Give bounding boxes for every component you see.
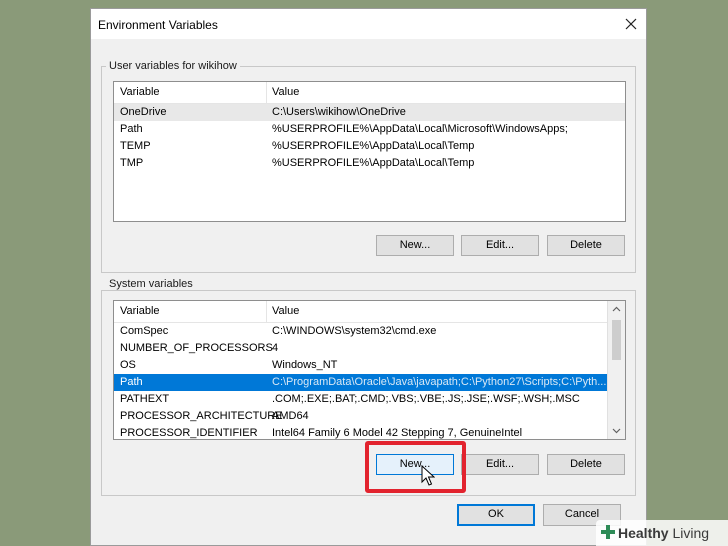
table-row-selected[interactable]: Path C:\ProgramData\Oracle\Java\javapath… — [114, 374, 608, 391]
vertical-scrollbar[interactable] — [607, 301, 625, 439]
row-value: Windows_NT — [272, 359, 338, 371]
row-value: %USERPROFILE%\AppData\Local\Temp — [272, 140, 475, 152]
scroll-up-icon[interactable] — [608, 301, 625, 318]
system-variables-list[interactable]: Variable Value ComSpec C:\WINDOWS\system… — [113, 300, 626, 440]
table-row[interactable]: Path %USERPROFILE%\AppData\Local\Microso… — [114, 121, 625, 138]
row-variable: PATHEXT — [120, 393, 170, 405]
watermark: Healthy Living — [596, 520, 728, 546]
mouse-cursor-icon — [421, 465, 435, 486]
table-row[interactable]: NUMBER_OF_PROCESSORS 4 — [114, 340, 625, 357]
row-value: C:\WINDOWS\system32\cmd.exe — [272, 325, 437, 337]
list-header: Variable Value — [114, 82, 625, 104]
row-value: Intel64 Family 6 Model 42 Stepping 7, Ge… — [272, 427, 523, 439]
table-row[interactable]: TMP %USERPROFILE%\AppData\Local\Temp — [114, 155, 625, 172]
plus-icon — [601, 525, 615, 539]
row-variable: OS — [120, 359, 136, 371]
close-button[interactable] — [620, 13, 642, 35]
table-row[interactable]: TEMP %USERPROFILE%\AppData\Local\Temp — [114, 138, 625, 155]
row-value: 4 — [272, 342, 279, 354]
row-value: AMD64 — [272, 410, 309, 422]
dialog-title: Environment Variables — [98, 18, 218, 32]
list-header: Variable Value — [114, 301, 625, 323]
row-variable: PROCESSOR_ARCHITECTURE — [120, 410, 283, 422]
scrollbar-thumb[interactable] — [612, 320, 621, 360]
row-value: %USERPROFILE%\AppData\Local\Microsoft\Wi… — [272, 123, 568, 135]
row-variable: TMP — [120, 157, 144, 169]
column-header-variable[interactable]: Variable — [120, 86, 160, 98]
column-header-variable[interactable]: Variable — [120, 305, 160, 317]
row-value: C:\ProgramData\Oracle\Java\javapath;C:\P… — [272, 376, 607, 388]
row-variable: ComSpec — [120, 325, 169, 337]
user-variables-label: User variables for wikihow — [106, 60, 240, 72]
row-variable: Path — [120, 123, 143, 135]
watermark-brand-light: Living — [668, 525, 710, 541]
row-variable: PROCESSOR_IDENTIFIER — [120, 427, 258, 439]
table-row[interactable]: PROCESSOR_ARCHITECTURE AMD64 — [114, 408, 625, 425]
user-variables-list[interactable]: Variable Value OneDrive C:\Users\wikihow… — [113, 81, 626, 222]
row-variable: NUMBER_OF_PROCESSORS — [120, 342, 273, 354]
user-new-button[interactable]: New... — [376, 235, 454, 256]
row-value: %USERPROFILE%\AppData\Local\Temp — [272, 157, 475, 169]
table-row[interactable]: OneDrive C:\Users\wikihow\OneDrive — [114, 104, 625, 121]
system-edit-button[interactable]: Edit... — [461, 454, 539, 475]
row-variable: OneDrive — [120, 106, 167, 118]
row-variable: TEMP — [120, 140, 151, 152]
user-delete-button[interactable]: Delete — [547, 235, 625, 256]
ok-button[interactable]: OK — [457, 504, 535, 526]
user-edit-button[interactable]: Edit... — [461, 235, 539, 256]
table-row[interactable]: PROCESSOR_IDENTIFIER Intel64 Family 6 Mo… — [114, 425, 625, 439]
table-row[interactable]: ComSpec C:\WINDOWS\system32\cmd.exe — [114, 323, 625, 340]
row-variable: Path — [120, 376, 143, 388]
row-value: .COM;.EXE;.BAT;.CMD;.VBS;.VBE;.JS;.JSE;.… — [272, 393, 580, 405]
highlight-annotation — [365, 441, 466, 493]
table-row[interactable]: OS Windows_NT — [114, 357, 625, 374]
table-row[interactable]: PATHEXT .COM;.EXE;.BAT;.CMD;.VBS;.VBE;.J… — [114, 391, 625, 408]
row-value: C:\Users\wikihow\OneDrive — [272, 106, 406, 118]
system-delete-button[interactable]: Delete — [547, 454, 625, 475]
watermark-text: Healthy Living — [618, 525, 709, 541]
close-icon — [625, 18, 637, 30]
column-header-value[interactable]: Value — [272, 86, 299, 98]
watermark-brand-bold: Healthy — [618, 525, 669, 541]
system-variables-label: System variables — [106, 278, 196, 290]
title-bar: Environment Variables — [91, 9, 646, 39]
scroll-down-icon[interactable] — [608, 422, 625, 439]
column-header-value[interactable]: Value — [272, 305, 299, 317]
